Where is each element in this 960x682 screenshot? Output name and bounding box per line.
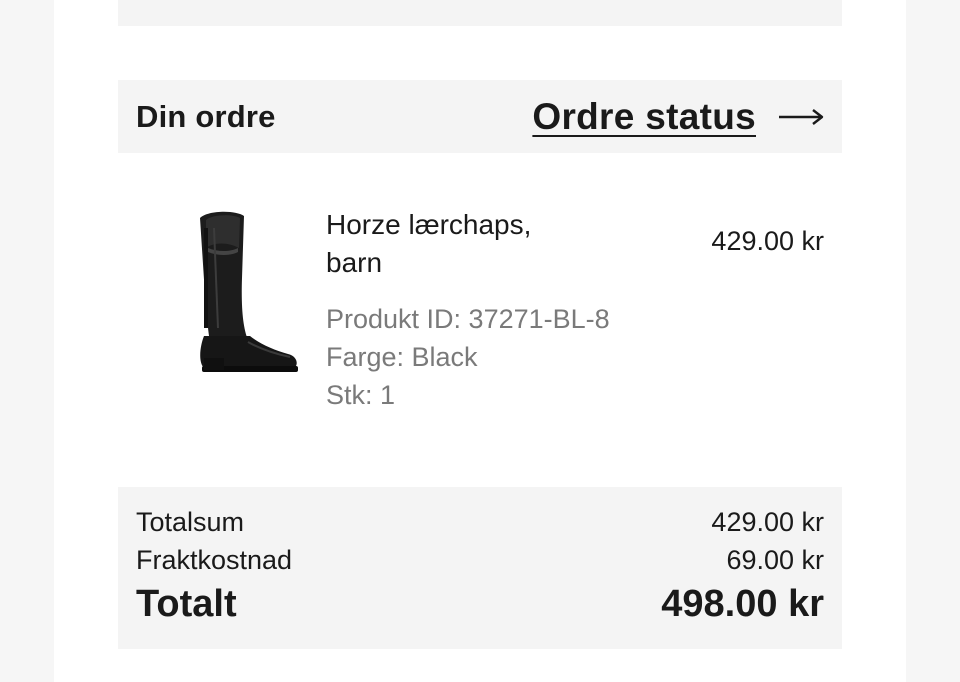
product-price: 429.00 kr	[711, 226, 824, 256]
product-image[interactable]	[148, 208, 308, 378]
product-id: Produkt ID: 37271-BL-8	[326, 304, 610, 334]
order-status-link[interactable]: Ordre status	[532, 96, 824, 138]
arrow-right-icon	[779, 108, 824, 125]
total-label: Totalt	[136, 583, 237, 625]
product-name-line1: Horze lærchaps,	[326, 209, 532, 240]
order-item: Horze lærchaps, barn Produkt ID: 37271-B…	[118, 190, 842, 430]
subtotal-label: Totalsum	[136, 507, 245, 537]
order-title: Din ordre	[136, 98, 276, 134]
product-name-line2: barn	[326, 247, 383, 278]
product-name[interactable]: Horze lærchaps, barn	[326, 206, 616, 282]
product-info: Horze lærchaps, barn Produkt ID: 37271-B…	[326, 206, 616, 414]
order-header: Din ordre Ordre status	[118, 80, 842, 153]
product-meta: Produkt ID: 37271-BL-8 Farge: Black Stk:…	[326, 300, 616, 414]
order-summary: Totalsum 429.00 kr Fraktkostnad 69.00 kr…	[118, 487, 842, 649]
product-quantity: Stk: 1	[326, 380, 396, 410]
subtotal-value: 429.00 kr	[711, 507, 824, 537]
subtotal-row: Totalsum 429.00 kr	[136, 503, 824, 541]
previous-section-block	[118, 0, 842, 26]
shipping-label: Fraktkostnad	[136, 545, 293, 575]
shipping-value: 69.00 kr	[726, 545, 824, 575]
total-row: Totalt 498.00 kr	[136, 579, 824, 629]
order-status-label: Ordre status	[532, 95, 756, 137]
product-color: Farge: Black	[326, 342, 478, 372]
page-container: Din ordre Ordre status Horze lærchaps, b…	[54, 0, 906, 682]
shipping-row: Fraktkostnad 69.00 kr	[136, 541, 824, 579]
total-value: 498.00 kr	[661, 583, 824, 625]
